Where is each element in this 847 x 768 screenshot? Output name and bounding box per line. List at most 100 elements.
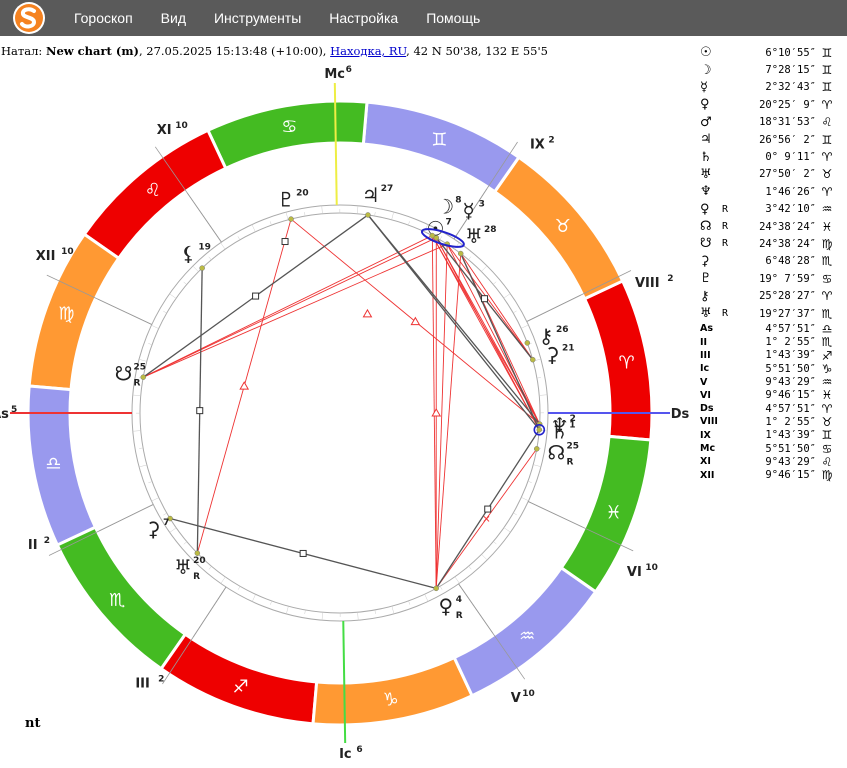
sign-glyph-icon: ♑	[821, 361, 833, 376]
sign-glyph-icon: ♊	[821, 80, 833, 95]
planet-dot	[288, 216, 294, 222]
house-row: II 1° 2′55″ ♏	[700, 335, 838, 350]
house-label-v: V 10	[511, 689, 535, 706]
south-node-icon: ☋	[115, 362, 133, 386]
house-label: XI	[700, 456, 711, 468]
chart-type-label: nt	[25, 716, 41, 731]
menu-horoscope[interactable]: Гороскоп	[74, 10, 133, 26]
planet-degree-label: 3	[479, 199, 485, 209]
sign-glyph-icon: ♋	[821, 441, 833, 456]
planet-row: ♇ 19° 7′59″ ♋	[700, 270, 838, 287]
app-logo-icon[interactable]	[12, 1, 46, 35]
sign-glyph-icon: ♐	[821, 348, 833, 363]
sign-glyph-icon: ♍	[821, 468, 833, 483]
sign-glyph-icon: ♈	[821, 184, 833, 199]
aspect-line	[446, 243, 541, 425]
planet-glyph-icon: ♄	[700, 149, 712, 165]
planet-degree: 6°48′28″	[765, 255, 816, 268]
planet-degree: 25°28′27″	[759, 290, 816, 303]
chart-datetime: , 27.05.2025 15:13:48 (+10:00),	[138, 44, 331, 58]
planet-dot	[433, 585, 439, 592]
planet-degree: 1°46′26″	[765, 185, 816, 198]
hades-marker[interactable]: ♅ 20 R	[174, 555, 206, 582]
planet-degree-label: 21	[562, 343, 575, 353]
uranus-marker[interactable]: ♅ 28	[465, 224, 497, 248]
planet-row: ☋ R 24°38′24″ ♍	[700, 235, 838, 252]
aspect-marker-icon	[431, 408, 442, 417]
house-degree: 9°43′29″	[765, 455, 816, 468]
svg-text:V: V	[511, 691, 521, 706]
sagittarius-segment-glyph-icon: ♐	[233, 677, 249, 698]
planet-degree-label: 8	[455, 196, 461, 206]
svg-text:10: 10	[175, 121, 188, 131]
aspect-marker-icon	[196, 407, 204, 415]
house-degree: 4°57′51″	[765, 402, 816, 415]
house-degree: 1° 2′55″	[765, 415, 816, 428]
menu-help[interactable]: Помощь	[426, 10, 480, 26]
svg-text:6: 6	[356, 745, 362, 755]
svg-text:As: As	[0, 407, 9, 422]
svg-text:XII: XII	[36, 249, 56, 264]
planet-positions-table: ☉ 6°10′55″ ♊ ☽ 7°28′15″ ♊ ☿ 2°32′43″ ♊ ♀ 20°25′ 9″…	[700, 44, 838, 482]
south-node-marker[interactable]: ☋ 25 R	[115, 362, 146, 389]
planet-dot	[536, 427, 543, 433]
planet-dot	[140, 374, 146, 380]
scorpio-segment-glyph-icon: ♏	[109, 590, 125, 611]
menu-tools[interactable]: Инструменты	[214, 10, 301, 26]
venus-marker[interactable]: ♀ 4 R	[438, 594, 462, 621]
house-label-as: As5	[0, 405, 17, 422]
house-degree: 4°57′51″	[765, 322, 816, 335]
svg-text:II: II	[28, 538, 38, 553]
virgo-segment-glyph-icon: ♍	[58, 304, 74, 325]
svg-text:2: 2	[44, 536, 50, 546]
mercury-marker[interactable]: ☿ 3	[462, 198, 484, 222]
aspect-marker-icon	[410, 316, 421, 326]
house-row: Ic 5°51′50″ ♑	[700, 361, 838, 376]
house-row: XII 9°46′15″ ♍	[700, 468, 838, 483]
planet-degree-label: 25	[566, 441, 579, 451]
planet-dot	[365, 212, 371, 218]
ceres-icon: ⚳	[146, 517, 161, 541]
planet-glyph-icon: ⚳	[700, 253, 710, 269]
retro-flag: R	[722, 238, 729, 250]
moon-marker[interactable]: ☽ 8	[436, 195, 461, 219]
planet-glyph-icon: ☋	[700, 236, 712, 252]
info-prefix: Натал:	[1, 44, 46, 58]
planet-degree-label: 26	[556, 325, 569, 335]
location-link[interactable]: Находка, RU	[330, 44, 406, 58]
menu-settings[interactable]: Настройка	[329, 10, 398, 26]
persephone-marker[interactable]: ⚳ 21	[545, 342, 575, 366]
planet-row: ☿ 2°32′43″ ♊	[700, 79, 838, 96]
sign-glyph-icon: ♈	[821, 401, 833, 416]
retrograde-label: R	[566, 457, 573, 467]
house-label: VI	[700, 389, 711, 401]
planet-degree-label: 20	[296, 189, 309, 199]
planet-dot	[199, 265, 205, 271]
retrograde-label: R	[134, 379, 141, 389]
house-row: V 9°43′29″ ♒	[700, 375, 838, 389]
planet-glyph-icon: ☽	[700, 62, 712, 78]
house-label: Ds	[700, 403, 714, 415]
jupiter-marker[interactable]: ♃ 27	[362, 183, 394, 207]
sign-glyph-icon: ♏	[821, 335, 833, 350]
svg-text:10: 10	[522, 689, 535, 699]
natal-chart-wheel[interactable]: ♈♉♊♋♌♍♎♏♐♑♒♓ ✕ ☉ 7☽ 8 ☿ 3♅ 28♃ 27♇ 20⚸ 19⚷ 26⚳ 21☋…	[0, 60, 690, 766]
aries-segment-glyph-icon: ♈	[618, 352, 634, 373]
house-lines	[10, 83, 670, 743]
ceres-marker[interactable]: ⚳ 7	[146, 517, 170, 541]
pluto-icon: ♇	[277, 188, 295, 212]
planet-degree: 19°27′37″	[759, 307, 816, 320]
planet-glyph-icon: ⚷	[700, 288, 710, 304]
planet-degree: 19° 7′59″	[759, 272, 816, 285]
north-node-marker[interactable]: ☊ 25 R	[548, 440, 579, 467]
planet-glyph-icon: ♇	[700, 271, 712, 287]
sign-glyph-icon: ♉	[821, 167, 833, 182]
house-label: II	[700, 336, 708, 348]
svg-text:2: 2	[667, 274, 673, 284]
svg-text:Mc: Mc	[324, 67, 345, 82]
libra-segment[interactable]	[26, 384, 98, 548]
menu-view[interactable]: Вид	[161, 10, 186, 26]
svg-text:XI: XI	[157, 123, 172, 138]
house-label: Ic	[700, 363, 710, 375]
svg-text:Ds: Ds	[671, 407, 690, 422]
